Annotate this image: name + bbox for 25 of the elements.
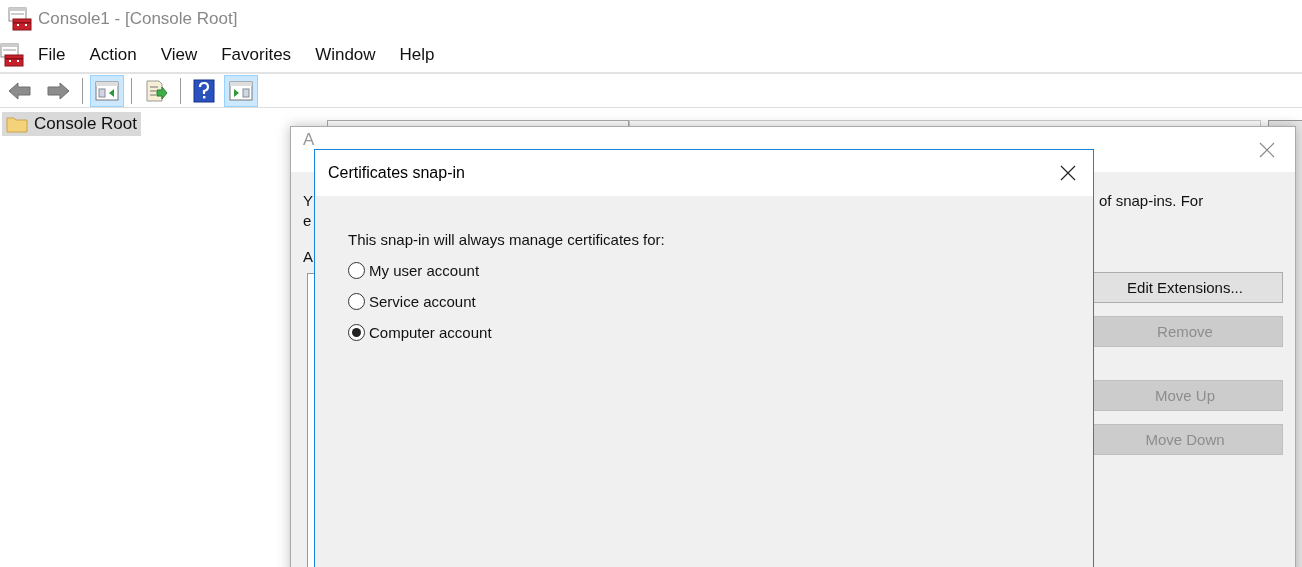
dialog-description: of snap-ins. For	[1099, 192, 1204, 209]
radio-option[interactable]: Computer account	[348, 322, 492, 343]
back-arrow-icon	[8, 80, 32, 101]
menu-item[interactable]: Window	[303, 45, 388, 65]
menu-item[interactable]: Favorites	[209, 45, 304, 65]
dialog-text: A	[303, 248, 313, 265]
tree-item[interactable]: Console Root	[2, 112, 141, 136]
menu-item[interactable]: View	[148, 45, 210, 65]
menu-item[interactable]: File	[26, 45, 78, 65]
dialog-text: e	[303, 212, 312, 229]
close-icon[interactable]	[1060, 165, 1076, 181]
toolbox-icon	[8, 7, 32, 31]
radio-option[interactable]: My user account	[348, 260, 480, 281]
radio-option[interactable]: Service account	[348, 291, 476, 312]
menu-item[interactable]: Help	[387, 45, 447, 65]
dialog-title: A	[303, 130, 315, 150]
dialog-title: Certificates snap-in	[328, 164, 465, 182]
menu-item[interactable]: Action	[77, 45, 149, 65]
window-title: Console1 - [Console Root]	[38, 9, 238, 29]
folder-icon	[6, 115, 28, 133]
prompt-text: This snap-in will always manage certificates for:	[348, 231, 665, 248]
forward-arrow-icon	[46, 80, 70, 101]
pane-toggle-button[interactable]	[224, 74, 258, 107]
dialog-text: Y	[303, 192, 313, 209]
pane-toggle-button[interactable]	[90, 74, 124, 107]
